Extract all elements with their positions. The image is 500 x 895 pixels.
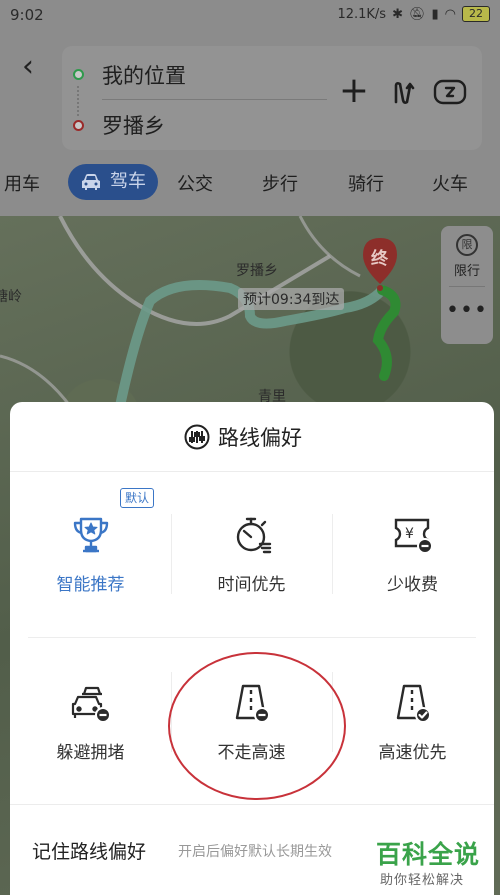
trophy-icon xyxy=(73,517,109,553)
route-dotted-line xyxy=(77,86,79,116)
route-header: ‹ 我的位置 罗播乡 + 用车 驾车 公交 步行 骑行 火车 xyxy=(0,32,500,216)
transport-mode-tabs: 用车 驾车 公交 步行 骑行 火车 xyxy=(0,164,500,204)
preference-settings-icon xyxy=(184,424,210,450)
origin-dot-icon xyxy=(73,69,84,80)
network-speed: 12.1K/s xyxy=(337,6,387,22)
svg-text:¥: ¥ xyxy=(405,526,414,542)
destination-field[interactable]: 罗播乡 xyxy=(102,110,165,140)
annotation-circle xyxy=(168,652,346,800)
status-bar: 9:02 12.1K/s ✱ 🔕︎ ▮ ◠ 22 xyxy=(0,0,500,32)
map-place-label: 罗播乡 xyxy=(236,263,278,279)
remember-preference-label: 记住路线偏好 xyxy=(32,841,147,863)
option-divider xyxy=(171,514,172,594)
option-smart-recommend[interactable]: 智能推荐 xyxy=(10,482,171,642)
destination-marker[interactable]: 终 xyxy=(359,236,401,292)
bluetooth-icon: ✱ xyxy=(392,6,403,22)
destination-dot-icon xyxy=(73,120,84,131)
option-label: 高速优先 xyxy=(378,743,447,763)
tab-cycling[interactable]: 骑行 xyxy=(348,170,384,196)
limit-label: 限行 xyxy=(453,264,480,279)
option-row-divider xyxy=(28,637,476,638)
route-input-card: 我的位置 罗播乡 + xyxy=(62,46,482,150)
stopwatch-icon xyxy=(236,517,272,554)
tab-transit[interactable]: 公交 xyxy=(177,170,213,196)
car-icon xyxy=(82,174,100,190)
eta-label: 预计09:34到达 xyxy=(238,288,345,310)
back-arrow-icon[interactable]: ‹ xyxy=(22,52,46,84)
car-jam-icon xyxy=(71,686,111,723)
traffic-limit-button[interactable]: 限 限行 xyxy=(441,226,493,284)
option-time-first[interactable]: 时间优先 xyxy=(171,482,332,642)
option-avoid-congestion[interactable]: 躲避拥堵 xyxy=(10,642,171,802)
add-waypoint-icon[interactable]: + xyxy=(337,73,371,110)
signal-icon: ▮ xyxy=(431,6,439,22)
watermark-main: 百科全说 xyxy=(376,840,481,869)
sheet-title: 路线偏好 xyxy=(218,426,302,450)
toll-ticket-icon: ¥ xyxy=(394,518,433,554)
battery-icon: 22 xyxy=(462,6,490,22)
remember-preference-hint: 开启后偏好默认长期生效 xyxy=(178,844,332,860)
tab-driving-label: 驾车 xyxy=(110,171,146,192)
route-preference-sheet: 路线偏好 默认 智能推荐 时间优先 ¥ 少收费 躲避拥堵 不走高速 高速优先 记… xyxy=(10,402,494,895)
option-less-toll[interactable]: ¥ 少收费 xyxy=(332,482,493,642)
watermark-sub: 助你轻松解决 xyxy=(380,873,465,888)
option-divider xyxy=(332,514,333,594)
watermark-logo: 百科全说 助你轻松解决 xyxy=(374,835,494,889)
swap-route-icon[interactable] xyxy=(387,76,421,110)
tab-walking[interactable]: 步行 xyxy=(262,170,298,196)
map-left-label: 塘岭 xyxy=(0,289,22,305)
tab-driving[interactable]: 驾车 xyxy=(68,164,158,200)
status-right: 12.1K/s ✱ 🔕︎ ▮ ◠ 22 xyxy=(337,6,490,22)
voice-assistant-icon[interactable] xyxy=(432,76,467,110)
route-input-divider xyxy=(102,99,327,100)
sheet-header: 路线偏好 xyxy=(10,402,494,472)
wifi-icon: ◠ xyxy=(444,6,456,22)
origin-field[interactable]: 我的位置 xyxy=(102,60,186,90)
route-line-traffic xyxy=(372,285,401,381)
tab-car-hailing[interactable]: 用车 xyxy=(4,170,40,196)
mute-icon: 🔕︎ xyxy=(408,6,426,22)
option-label: 躲避拥堵 xyxy=(56,743,125,763)
status-time: 9:02 xyxy=(10,6,44,24)
option-highway-first[interactable]: 高速优先 xyxy=(332,642,493,802)
tab-train[interactable]: 火车 xyxy=(432,170,468,196)
end-marker-text: 终 xyxy=(371,249,388,269)
highway-check-icon xyxy=(396,684,431,723)
limit-icon: 限 xyxy=(456,234,478,256)
option-label: 智能推荐 xyxy=(56,575,125,595)
more-options-icon[interactable]: ••• xyxy=(441,286,493,344)
map-side-tools: 限 限行 ••• xyxy=(441,226,493,344)
option-label: 时间优先 xyxy=(217,575,286,595)
option-label: 少收费 xyxy=(387,575,438,595)
